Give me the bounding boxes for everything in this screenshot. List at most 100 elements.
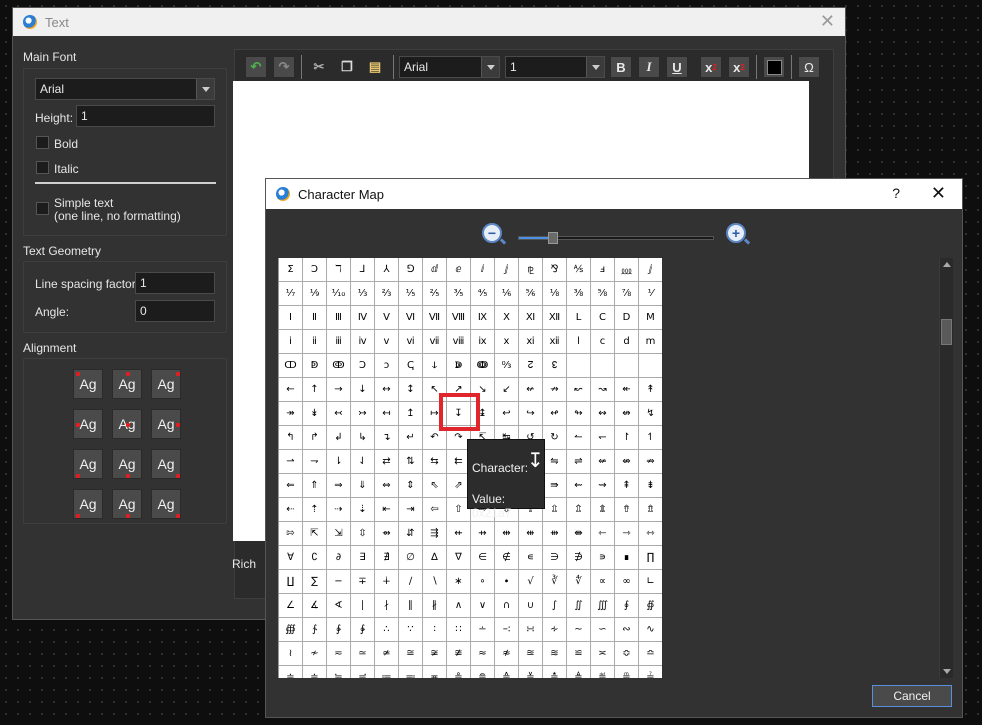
character-cell[interactable]: ∏ bbox=[639, 546, 662, 570]
character-cell[interactable]: ≔ bbox=[375, 666, 399, 678]
line-spacing-input[interactable]: 1 bbox=[135, 272, 215, 294]
character-cell[interactable]: ↁ bbox=[303, 354, 327, 378]
zoom-in-icon[interactable]: + bbox=[726, 223, 746, 243]
character-cell[interactable]: ⇞ bbox=[615, 474, 639, 498]
character-cell[interactable]: ↞ bbox=[615, 378, 639, 402]
character-cell[interactable]: ≅ bbox=[399, 642, 423, 666]
alignment-button[interactable]: Ag bbox=[73, 489, 103, 519]
character-cell[interactable]: ⇥ bbox=[399, 498, 423, 522]
character-cell[interactable]: Ⅻ bbox=[543, 306, 567, 330]
character-cell[interactable]: ↂ bbox=[327, 354, 351, 378]
close-icon[interactable]: ✕ bbox=[820, 12, 835, 30]
character-cell[interactable]: ↵ bbox=[399, 426, 423, 450]
character-cell[interactable]: ⇤ bbox=[375, 498, 399, 522]
character-cell[interactable]: ⇑ bbox=[303, 474, 327, 498]
character-cell[interactable]: ⇂ bbox=[327, 450, 351, 474]
character-cell[interactable]: ∿ bbox=[639, 618, 662, 642]
character-cell[interactable]: ↟ bbox=[639, 378, 662, 402]
alignment-button[interactable]: Ag bbox=[151, 409, 181, 439]
character-cell[interactable]: ⇒ bbox=[327, 474, 351, 498]
character-cell[interactable]: ↔ bbox=[375, 378, 399, 402]
character-cell[interactable]: ≖ bbox=[423, 666, 447, 678]
vertical-scrollbar[interactable] bbox=[939, 258, 953, 678]
character-cell[interactable]: ∉ bbox=[495, 546, 519, 570]
character-cell[interactable]: ↱ bbox=[303, 426, 327, 450]
character-cell[interactable]: ∎ bbox=[615, 546, 639, 570]
character-cell[interactable]: ∃ bbox=[351, 546, 375, 570]
character-cell[interactable]: ∭ bbox=[591, 594, 615, 618]
character-cell[interactable]: ≇ bbox=[447, 642, 471, 666]
character-cell[interactable]: ↾ bbox=[615, 426, 639, 450]
scrollbar-thumb[interactable] bbox=[941, 319, 952, 345]
character-cell[interactable]: ⇀ bbox=[279, 450, 303, 474]
character-cell[interactable]: ⅜ bbox=[567, 282, 591, 306]
character-cell[interactable]: ⅼ bbox=[567, 330, 591, 354]
character-cell[interactable]: ∖ bbox=[423, 570, 447, 594]
character-cell[interactable]: ∼ bbox=[567, 618, 591, 642]
character-cell[interactable]: ∓ bbox=[351, 570, 375, 594]
character-cell[interactable]: ≐ bbox=[279, 666, 303, 678]
character-cell[interactable]: ⅉ bbox=[639, 258, 662, 282]
character-cell[interactable]: ⅰ bbox=[279, 330, 303, 354]
character-cell[interactable]: ⇼ bbox=[567, 522, 591, 546]
toolbar-font-combo[interactable]: Arial bbox=[399, 56, 500, 78]
character-cell[interactable]: ⅽ bbox=[591, 330, 615, 354]
character-cell[interactable]: ⅐ bbox=[279, 282, 303, 306]
character-cell[interactable]: ↕ bbox=[399, 378, 423, 402]
character-cell[interactable]: ≋ bbox=[543, 642, 567, 666]
character-cell[interactable]: ↍ bbox=[591, 354, 615, 378]
subscript-button[interactable]: x2 bbox=[728, 56, 750, 78]
character-cell[interactable]: ∟ bbox=[639, 570, 662, 594]
character-cell[interactable]: ⅄ bbox=[375, 258, 399, 282]
character-cell[interactable]: ≃ bbox=[351, 642, 375, 666]
italic-button[interactable]: I bbox=[638, 56, 660, 78]
character-cell[interactable]: ∤ bbox=[375, 594, 399, 618]
alignment-button[interactable]: Ag bbox=[112, 409, 142, 439]
character-cell[interactable]: ↫ bbox=[543, 402, 567, 426]
character-cell[interactable]: ⇱ bbox=[303, 522, 327, 546]
character-cell[interactable]: ⅍ bbox=[567, 258, 591, 282]
character-cell[interactable]: ≟ bbox=[639, 666, 662, 678]
character-cell[interactable]: ⅉ bbox=[495, 258, 519, 282]
character-cell[interactable]: ∬ bbox=[567, 594, 591, 618]
character-cell[interactable]: ↄ bbox=[375, 354, 399, 378]
character-cell[interactable]: ⇴ bbox=[375, 522, 399, 546]
character-cell[interactable]: ∜ bbox=[567, 570, 591, 594]
character-cell[interactable]: ∍ bbox=[591, 546, 615, 570]
character-cell[interactable]: ⅔ bbox=[375, 282, 399, 306]
character-cell[interactable]: ∐ bbox=[279, 570, 303, 594]
symbol-button[interactable]: Ω bbox=[798, 56, 820, 78]
character-cell[interactable]: Ⅶ bbox=[423, 306, 447, 330]
character-cell[interactable]: ⇡ bbox=[303, 498, 327, 522]
alignment-button[interactable]: Ag bbox=[73, 369, 103, 399]
character-cell[interactable]: ∹ bbox=[495, 618, 519, 642]
character-cell[interactable]: Ⅽ bbox=[591, 306, 615, 330]
character-cell[interactable]: ≞ bbox=[615, 666, 639, 678]
character-cell[interactable]: ⅑ bbox=[303, 282, 327, 306]
character-cell[interactable]: ∩ bbox=[495, 594, 519, 618]
character-cell[interactable]: ↪ bbox=[519, 402, 543, 426]
cut-icon[interactable]: ✂ bbox=[308, 56, 330, 78]
character-cell[interactable]: Ⅰ bbox=[279, 306, 303, 330]
character-cell[interactable]: ∵ bbox=[399, 618, 423, 642]
character-cell[interactable]: ⅺ bbox=[519, 330, 543, 354]
character-cell[interactable]: ⇌ bbox=[567, 450, 591, 474]
superscript-button[interactable]: x2 bbox=[700, 56, 722, 78]
character-cell[interactable]: ≓ bbox=[351, 666, 375, 678]
character-cell[interactable]: ≚ bbox=[519, 666, 543, 678]
character-cell[interactable]: ∈ bbox=[471, 546, 495, 570]
character-cell[interactable]: ≒ bbox=[327, 666, 351, 678]
character-cell[interactable]: Ⅳ bbox=[351, 306, 375, 330]
character-cell[interactable]: ≁ bbox=[303, 642, 327, 666]
character-cell[interactable]: ≀ bbox=[279, 642, 303, 666]
character-cell[interactable]: ∥ bbox=[399, 594, 423, 618]
character-cell[interactable]: ⅒ bbox=[327, 282, 351, 306]
character-cell[interactable]: ≜ bbox=[567, 666, 591, 678]
character-cell[interactable]: ⅎ bbox=[591, 258, 615, 282]
character-cell[interactable]: ↝ bbox=[591, 378, 615, 402]
character-cell[interactable]: ℸ bbox=[327, 258, 351, 282]
character-cell[interactable]: ↎ bbox=[615, 354, 639, 378]
character-cell[interactable]: ⅆ bbox=[423, 258, 447, 282]
character-cell[interactable]: ≏ bbox=[639, 642, 662, 666]
character-cell[interactable]: ∆ bbox=[423, 546, 447, 570]
